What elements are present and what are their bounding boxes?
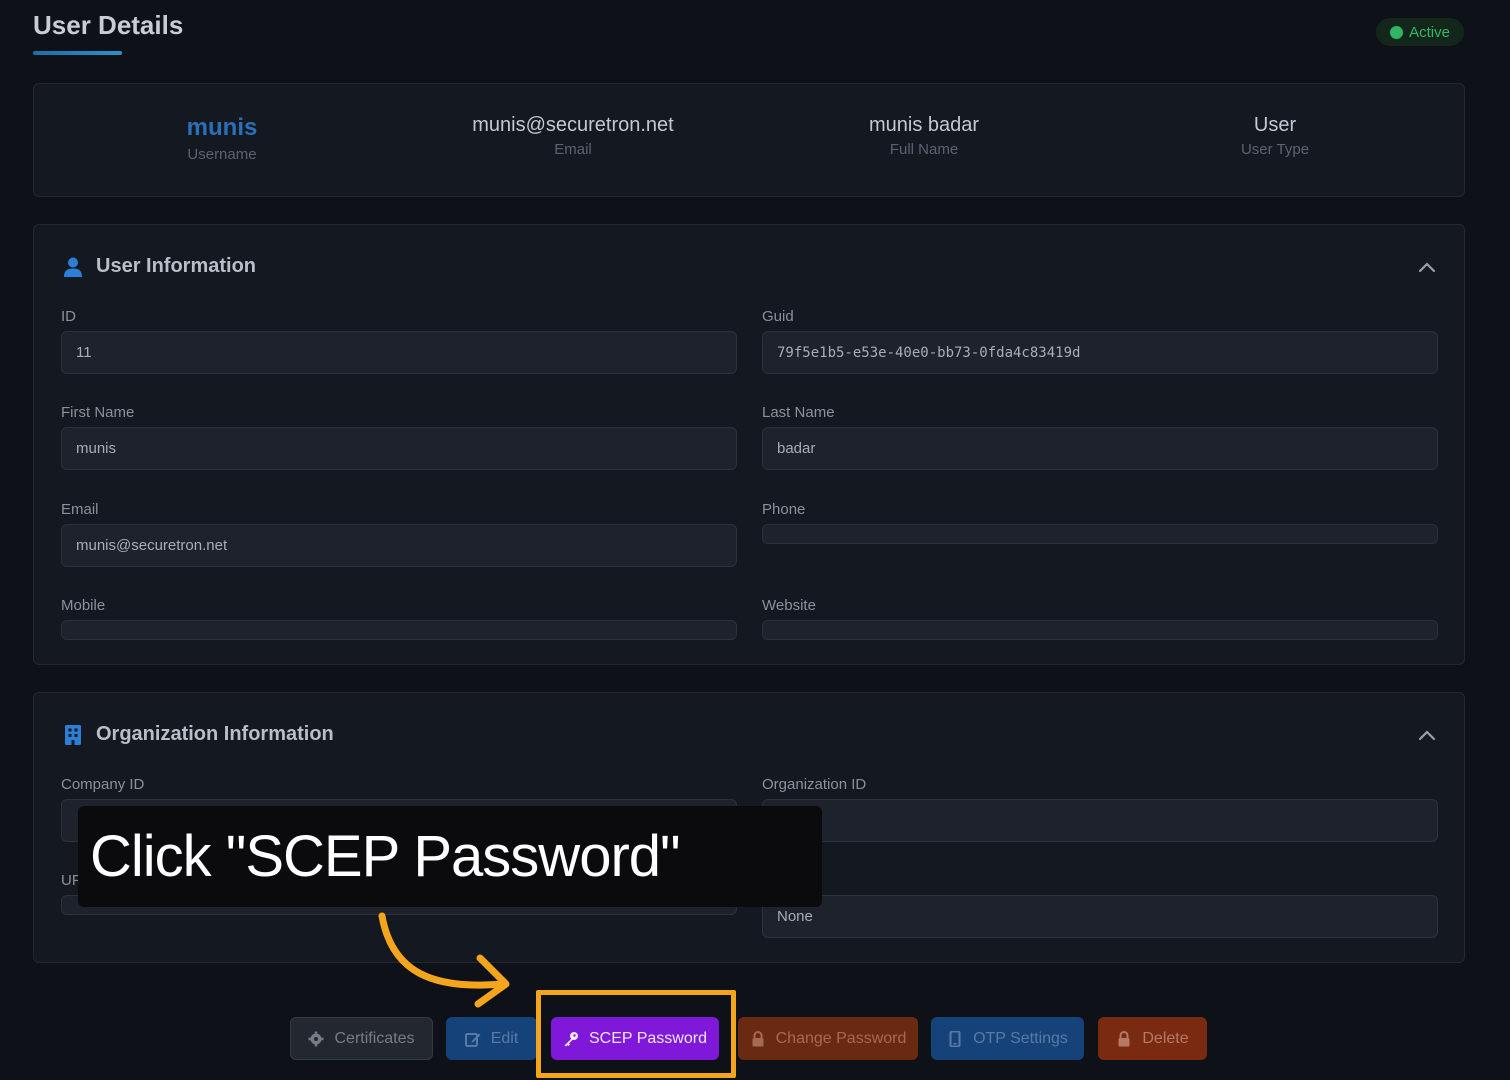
ldap-input[interactable]: None (762, 895, 1438, 938)
user-type-label: User Type (1240, 141, 1310, 158)
change-password-label: Change Password (775, 1029, 907, 1047)
change-password-button[interactable]: Change Password (738, 1017, 918, 1060)
summary-full-name: munis badar Full Name (774, 114, 1074, 158)
phone-input[interactable] (762, 524, 1438, 544)
status-label: Active (1409, 23, 1450, 41)
tutorial-tooltip: Click "SCEP Password" (78, 806, 822, 907)
otp-settings-label: OTP Settings (973, 1029, 1068, 1047)
id-input[interactable]: 11 (61, 331, 737, 374)
organization-id-input[interactable]: 0 (762, 799, 1438, 842)
user-information-header: User Information (62, 255, 256, 278)
full-name-label: Full Name (889, 141, 959, 158)
edit-icon (464, 1032, 481, 1047)
pointer-arrow-icon (378, 912, 510, 1008)
status-badge: Active (1376, 18, 1464, 46)
organization-information-header: Organization Information (62, 723, 334, 746)
scep-password-button[interactable]: SCEP Password (551, 1017, 719, 1060)
field-label: ID (61, 308, 76, 325)
guid-input[interactable]: 79f5e1b5-e53e-40e0-bb73-0fda4c83419d (762, 331, 1438, 374)
gear-icon (308, 1031, 324, 1046)
last-name-input[interactable]: badar (762, 427, 1438, 470)
field-organization-id: Organization ID 0 (762, 776, 1438, 842)
field-label: Company ID (61, 776, 145, 793)
email-label: Email (554, 141, 592, 158)
field-label: Last Name (762, 404, 835, 421)
field-label: First Name (61, 404, 135, 421)
summary-user-type: User User Type (1125, 114, 1425, 158)
chevron-up-icon[interactable] (1418, 729, 1436, 741)
lock-icon (752, 1030, 764, 1046)
email-value: munis@securetron.net (472, 114, 674, 136)
building-icon (65, 724, 81, 745)
certificates-label: Certificates (334, 1029, 415, 1047)
key-icon (564, 1031, 578, 1046)
certificates-button[interactable]: Certificates (290, 1017, 433, 1060)
field-label: LDAP (762, 872, 1438, 892)
user-information-title: User Information (96, 255, 257, 277)
email-input[interactable]: munis@securetron.net (61, 524, 737, 567)
user-type-value: User (1253, 114, 1297, 136)
status-dot-icon (1390, 25, 1404, 39)
field-website: Website (762, 597, 1438, 640)
user-icon (64, 257, 82, 277)
title-underline (33, 51, 122, 55)
user-information-card: User Information ID 11 Guid 79f5e1b5-e53… (33, 224, 1465, 665)
summary-username: munis Username (72, 114, 372, 163)
delete-button[interactable]: Delete (1098, 1017, 1207, 1060)
first-name-input[interactable]: munis (61, 427, 737, 470)
field-mobile: Mobile (61, 597, 737, 640)
username-value: munis (186, 114, 258, 141)
tutorial-instruction: Click "SCEP Password" (90, 824, 681, 889)
field-guid: Guid 79f5e1b5-e53e-40e0-bb73-0fda4c83419… (762, 308, 1438, 374)
chevron-up-icon[interactable] (1418, 261, 1436, 273)
field-label: Phone (762, 501, 806, 518)
delete-label: Delete (1142, 1029, 1189, 1047)
action-bar: Certificates Edit SCEP Password Change P… (0, 1017, 1510, 1060)
field-label: Email (61, 501, 99, 518)
organization-information-title: Organization Information (96, 723, 334, 745)
field-email: Email munis@securetron.net (61, 501, 737, 567)
scep-password-label: SCEP Password (589, 1029, 707, 1047)
website-input[interactable] (762, 620, 1438, 640)
field-label: Guid (762, 308, 794, 325)
mobile-phone-icon (949, 1030, 961, 1047)
field-ldap: LDAP None (762, 872, 1438, 938)
user-summary-card: munis Username munis@securetron.net Emai… (33, 83, 1465, 197)
lock-icon (1118, 1030, 1130, 1046)
otp-settings-button[interactable]: OTP Settings (931, 1017, 1084, 1060)
field-first-name: First Name munis (61, 404, 737, 470)
summary-email: munis@securetron.net Email (423, 114, 723, 158)
mobile-input[interactable] (61, 620, 737, 640)
edit-label: Edit (490, 1029, 519, 1047)
field-last-name: Last Name badar (762, 404, 1438, 470)
edit-button[interactable]: Edit (446, 1017, 537, 1060)
page-title: User Details (33, 10, 184, 40)
username-label: Username (187, 146, 257, 163)
field-phone: Phone (762, 501, 1438, 544)
field-id: ID 11 (61, 308, 737, 374)
full-name-value: munis badar (868, 114, 980, 136)
field-label: Website (762, 597, 816, 614)
field-label: Organization ID (762, 776, 867, 793)
field-label: Mobile (61, 597, 106, 614)
